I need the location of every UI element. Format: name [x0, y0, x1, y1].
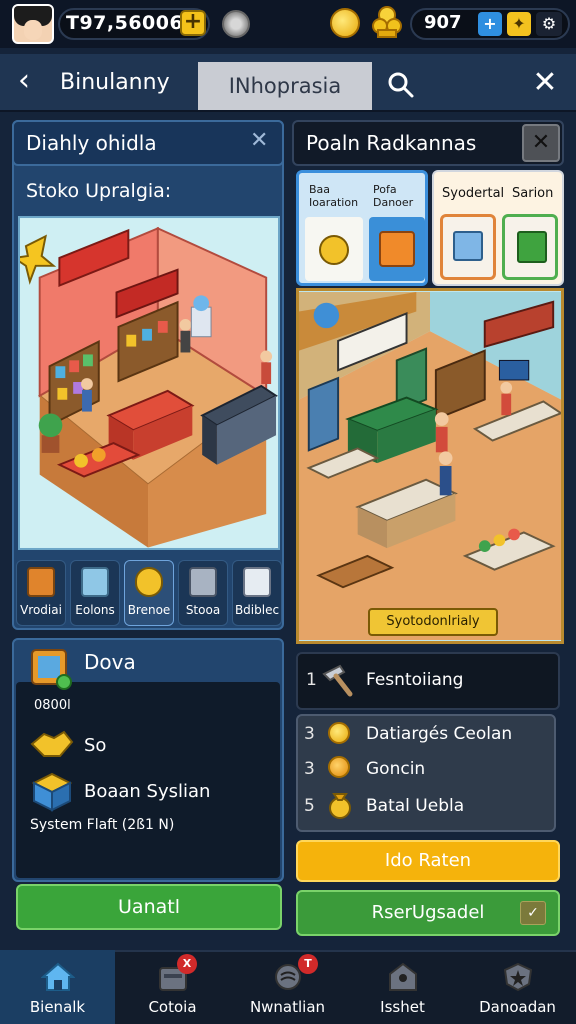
category-item[interactable]: Bdiblec — [232, 560, 282, 626]
category-row: Vrodiai Eolons Brenoe Stooa Bdiblec — [16, 560, 282, 626]
info-subtitle: 0800l — [34, 698, 71, 713]
card-title: Sarion — [512, 186, 554, 201]
list-label: Fesntoiiang — [366, 670, 464, 690]
register-icon — [189, 567, 217, 597]
box-icon — [81, 567, 109, 597]
upgrade-button[interactable]: RserUgsadel ✓ — [296, 890, 560, 936]
upgrade-cards: Baa Ioaration Pofa Danoer Syodertal Sari… — [296, 170, 564, 288]
upgrade-card[interactable]: Syodertal Sarion — [432, 170, 564, 286]
category-label: Stooa — [185, 603, 221, 617]
category-label: Bdiblec — [234, 603, 280, 617]
card-title: Baa Ioaration — [309, 183, 359, 209]
notification-badge: X — [177, 954, 197, 974]
info-title: Dova — [84, 650, 136, 674]
category-label: Brenoe — [127, 603, 171, 617]
nav-item-crate[interactable]: Cotoia X — [115, 950, 230, 1024]
search-icon[interactable] — [386, 70, 416, 100]
list-label: Datiargés Ceolan — [366, 724, 513, 744]
handshake-icon — [30, 730, 74, 757]
left-action-button[interactable]: Uanatl — [16, 884, 282, 930]
nav-item-home[interactable]: Bienalk — [0, 950, 115, 1024]
nav-item-house[interactable]: Isshet — [345, 950, 460, 1024]
puzzle-icon[interactable]: ✦ — [507, 12, 531, 36]
right-panel-title: Poaln Radkannas — [306, 131, 477, 155]
list-rank: 5 — [304, 796, 315, 816]
barrel-icon — [135, 567, 163, 597]
category-item[interactable]: Brenoe — [124, 560, 174, 626]
nav-label: Bienalk — [29, 998, 86, 1016]
card-title: Pofa Danoer — [373, 183, 414, 209]
category-item[interactable]: Vrodiai — [16, 560, 66, 626]
nav-item-leaderboard[interactable]: Danoadan — [460, 950, 575, 1024]
coin-amount: T97,560063 — [66, 12, 197, 34]
info-row-label: Boaan Syslian — [84, 781, 211, 802]
info-row-label: So — [84, 735, 107, 756]
player-avatar[interactable] — [12, 4, 54, 44]
cube-icon — [32, 772, 72, 812]
orange-crate-icon — [369, 217, 425, 281]
star-shield-icon — [503, 962, 532, 992]
add-coins-button[interactable]: + — [180, 10, 206, 36]
list-rank: 3 — [304, 759, 315, 779]
coin-icon — [328, 722, 350, 744]
blueprint-icon — [31, 649, 72, 690]
right-panel-close-icon[interactable]: ✕ — [522, 124, 560, 162]
green-box-icon — [502, 214, 558, 280]
back-button[interactable]: ‹ — [18, 66, 50, 98]
page-title: Binulanny — [60, 70, 170, 95]
settings-gear-icon[interactable]: ⚙ — [536, 12, 562, 36]
coin-bag-icon — [329, 793, 351, 819]
coins-stack-icon — [305, 217, 363, 281]
left-panel-title: Diahly ohidla — [26, 131, 157, 155]
nav-label: Nwnatlian — [249, 998, 326, 1016]
left-panel-close-icon[interactable]: ✕ — [250, 128, 268, 153]
nav-label: Isshet — [380, 998, 425, 1016]
left-panel-subtitle: Stoko Upralgia: — [26, 180, 172, 202]
notification-badge: T — [298, 954, 318, 974]
gift-box-icon — [243, 567, 271, 597]
upgrade-card[interactable]: Baa Ioaration Pofa Danoer — [296, 170, 428, 286]
package-icon — [440, 214, 496, 280]
scene-label: Syotodonlrialy — [368, 608, 498, 636]
upgrade-button-label: RserUgsadel — [371, 902, 485, 923]
tab-active[interactable]: INhoprasia — [198, 62, 372, 110]
orange-coin-icon — [328, 756, 350, 778]
check-icon: ✓ — [520, 901, 546, 925]
list-label: Goncin — [366, 759, 426, 779]
category-label: Vrodiai — [20, 603, 62, 617]
info-footer: System Flaft (2ß1 N) — [30, 817, 175, 833]
shelf-icon — [27, 567, 55, 597]
category-item[interactable]: Stooa — [178, 560, 228, 626]
close-icon[interactable]: ✕ — [530, 66, 560, 100]
resource-amount: 907 — [424, 12, 462, 33]
hammer-icon — [322, 664, 353, 697]
home-icon — [40, 962, 75, 991]
rate-button[interactable]: Ido Raten — [296, 840, 560, 882]
blue-gem-button[interactable]: + — [478, 12, 502, 36]
nav-label: Cotoia — [148, 998, 197, 1016]
nav-label: Danoadan — [479, 998, 556, 1016]
category-item[interactable]: Eolons — [70, 560, 120, 626]
list-rank: 3 — [304, 724, 315, 744]
list-label: Batal Uebla — [366, 796, 465, 816]
gold-pile-icon — [372, 6, 402, 38]
store-scene-right[interactable] — [296, 288, 564, 644]
category-label: Eolons — [75, 603, 115, 617]
gear-coin-icon — [222, 10, 250, 38]
list-rank: 1 — [306, 670, 317, 690]
gold-coin-icon — [330, 8, 360, 38]
card-title: Syodertal — [442, 186, 505, 201]
house-icon — [388, 962, 417, 991]
store-scene-left[interactable] — [18, 216, 280, 550]
nav-item-chat[interactable]: Nwnatlian T — [230, 950, 345, 1024]
